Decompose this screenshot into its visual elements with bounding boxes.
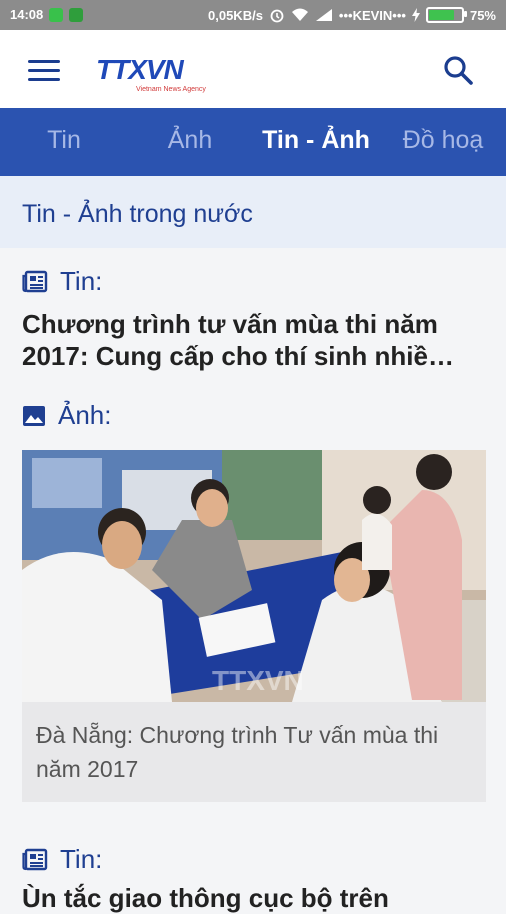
newspaper-icon — [22, 848, 48, 870]
tab-tin-anh[interactable]: Tin - Ảnh — [252, 108, 380, 176]
article-photo-image[interactable]: TTXVN — [22, 450, 486, 702]
menu-icon[interactable] — [28, 60, 60, 81]
article-type-row: Tin: — [22, 844, 102, 875]
category-tabs: Tin Ảnh Tin - Ảnh Đồ hoạ — [0, 108, 506, 176]
app-notification-icon — [69, 7, 84, 22]
newspaper-icon — [22, 270, 48, 292]
battery-saver-icon — [49, 7, 64, 22]
wifi-icon — [291, 8, 308, 21]
carrier-name: •••KEVIN••• — [338, 7, 406, 23]
app-bar: TTXVN Vietnam News Agency — [0, 30, 506, 109]
article-news-2[interactable]: Tin: Ùn tắc giao thông cục bộ trên — [0, 828, 506, 913]
charging-icon — [411, 8, 420, 22]
alarm-icon — [270, 9, 284, 23]
article-headline[interactable]: Chương trình tư vấn mùa thi năm 2017: Cu… — [22, 308, 487, 372]
section-header: Tin - Ảnh trong nước — [0, 176, 506, 248]
app-logo[interactable]: TTXVN Vietnam News Agency — [96, 54, 216, 94]
article-type-row: Tin: — [22, 266, 102, 297]
photo-caption[interactable]: Đà Nẵng: Chương trình Tư vấn mùa thi năm… — [36, 718, 476, 786]
image-icon — [23, 405, 45, 426]
status-time: 14:08 — [10, 7, 44, 22]
svg-text:TTXVN: TTXVN — [212, 665, 304, 696]
status-bar: 14:08 0,05KB/s •••KEVIN••• 75% — [0, 0, 506, 30]
tab-tin[interactable]: Tin — [0, 108, 128, 176]
battery-icon — [425, 7, 467, 23]
section-title: Tin - Ảnh trong nước — [22, 200, 253, 228]
tab-do-hoa[interactable]: Đồ hoạ — [380, 108, 506, 176]
network-speed: 0,05KB/s — [208, 7, 263, 23]
logo-text: TTXVN — [96, 54, 184, 85]
article-type-label: Tin: — [60, 266, 103, 296]
article-headline[interactable]: Ùn tắc giao thông cục bộ trên — [22, 882, 487, 914]
tab-anh[interactable]: Ảnh — [128, 108, 252, 176]
logo-tagline: Vietnam News Agency — [136, 86, 206, 93]
signal-icon — [315, 9, 332, 21]
search-icon[interactable] — [442, 54, 474, 86]
article-type-label: Tin: — [60, 844, 103, 874]
battery-percent: 75% — [469, 7, 496, 23]
article-news-1[interactable]: Tin: Chương trình tư vấn mùa thi năm 201… — [0, 248, 506, 388]
photo-card[interactable]: TTXVN Đà Nẵng: Chương trình Tư vấn mùa t… — [22, 450, 486, 802]
article-type-label: Ảnh: — [58, 400, 112, 430]
article-type-row: Ảnh: — [22, 400, 112, 431]
